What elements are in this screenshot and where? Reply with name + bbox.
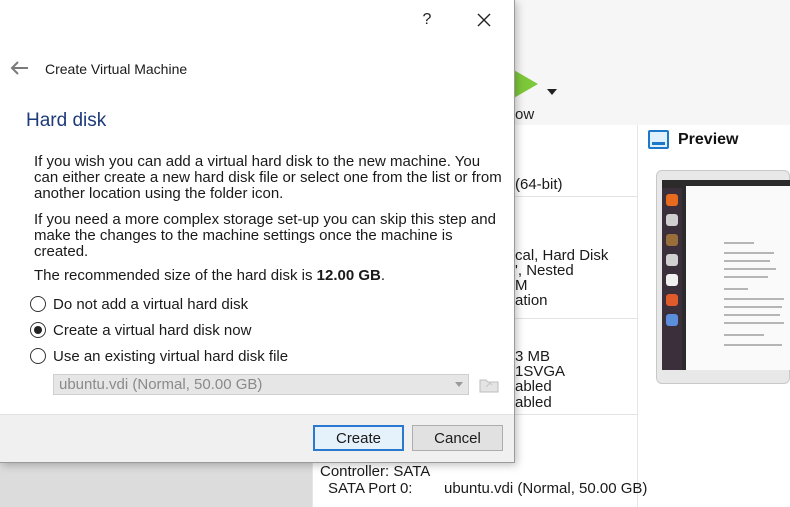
wizard-title: Create Virtual Machine xyxy=(45,61,188,77)
doc-line xyxy=(724,268,776,270)
doc-line xyxy=(724,242,754,244)
recommended-suffix: . xyxy=(380,267,386,284)
doc-line xyxy=(724,252,774,254)
intro-paragraph: If you wish you can add a virtual hard d… xyxy=(34,153,502,202)
details-recording: abled xyxy=(515,394,552,411)
help-button[interactable]: ? xyxy=(412,8,442,32)
folder-icon xyxy=(479,379,499,393)
back-arrow-icon xyxy=(10,61,28,75)
storage-paragraph: If you need a more complex storage set-u… xyxy=(34,211,496,260)
details-separator xyxy=(515,414,638,415)
doc-line xyxy=(724,260,770,262)
software-icon xyxy=(666,294,678,306)
details-remote-desktop: abled xyxy=(515,378,552,395)
doc-line xyxy=(724,306,782,308)
preview-document xyxy=(686,186,790,370)
vm-list-area xyxy=(0,463,312,507)
recommended-prefix: The recommended size of the hard disk is xyxy=(34,267,317,284)
existing-disk-value: ubuntu.vdi (Normal, 50.00 GB) xyxy=(59,376,263,393)
doc-line xyxy=(724,298,784,300)
preview-title: Preview xyxy=(678,131,739,148)
monitor-icon xyxy=(648,130,669,149)
radio-button-checked[interactable] xyxy=(30,322,46,338)
recommended-size: 12.00 GB xyxy=(316,267,381,284)
doc-line xyxy=(724,288,748,290)
choose-disk-button[interactable] xyxy=(478,374,500,395)
music-icon xyxy=(666,234,678,246)
doc-line xyxy=(724,322,784,324)
doc-line xyxy=(724,344,782,346)
help-icon xyxy=(666,314,678,326)
chevron-down-icon xyxy=(455,382,463,387)
storage-port-value: ubuntu.vdi (Normal, 50.00 GB) xyxy=(444,480,648,497)
option-no-disk[interactable]: Do not add a virtual hard disk xyxy=(30,294,248,314)
radio-button[interactable] xyxy=(30,296,46,312)
option-label: Create a virtual hard disk now xyxy=(53,321,252,339)
storage-port-label: SATA Port 0: xyxy=(328,480,413,497)
doc-line xyxy=(724,334,764,336)
back-button[interactable] xyxy=(8,58,30,78)
page-title: Hard disk xyxy=(26,110,107,131)
details-os-type: (64-bit) xyxy=(515,176,563,193)
doc-line xyxy=(724,276,768,278)
cancel-button[interactable]: Cancel xyxy=(412,425,503,451)
option-create-disk[interactable]: Create a virtual hard disk now xyxy=(30,320,251,340)
chevron-down-icon[interactable] xyxy=(547,89,557,95)
details-separator xyxy=(515,196,638,197)
existing-disk-select[interactable]: ubuntu.vdi (Normal, 50.00 GB) xyxy=(53,374,469,395)
create-button[interactable]: Create xyxy=(313,425,404,451)
preview-dock xyxy=(662,188,682,370)
recommended-size-text: The recommended size of the hard disk is… xyxy=(34,268,504,284)
firefox-icon xyxy=(666,194,678,206)
manager-toolbar xyxy=(515,0,790,125)
option-label: Use an existing virtual hard disk file xyxy=(53,347,289,365)
create-vm-dialog: ? Create Virtual Machine Hard disk If yo… xyxy=(0,0,515,463)
storage-controller: Controller: SATA xyxy=(320,463,431,480)
details-separator xyxy=(515,318,638,319)
close-button[interactable] xyxy=(469,8,499,32)
doc-line xyxy=(724,314,780,316)
details-acceleration-3: ation xyxy=(515,292,548,309)
writer-icon xyxy=(666,274,678,286)
radio-button[interactable] xyxy=(30,348,46,364)
mail-icon xyxy=(666,214,678,226)
option-label: Do not add a virtual hard disk xyxy=(53,295,249,313)
option-existing-disk[interactable]: Use an existing virtual hard disk file xyxy=(30,346,288,366)
close-icon xyxy=(477,13,491,27)
files-icon xyxy=(666,254,678,266)
start-button-label[interactable]: ow xyxy=(515,106,534,123)
